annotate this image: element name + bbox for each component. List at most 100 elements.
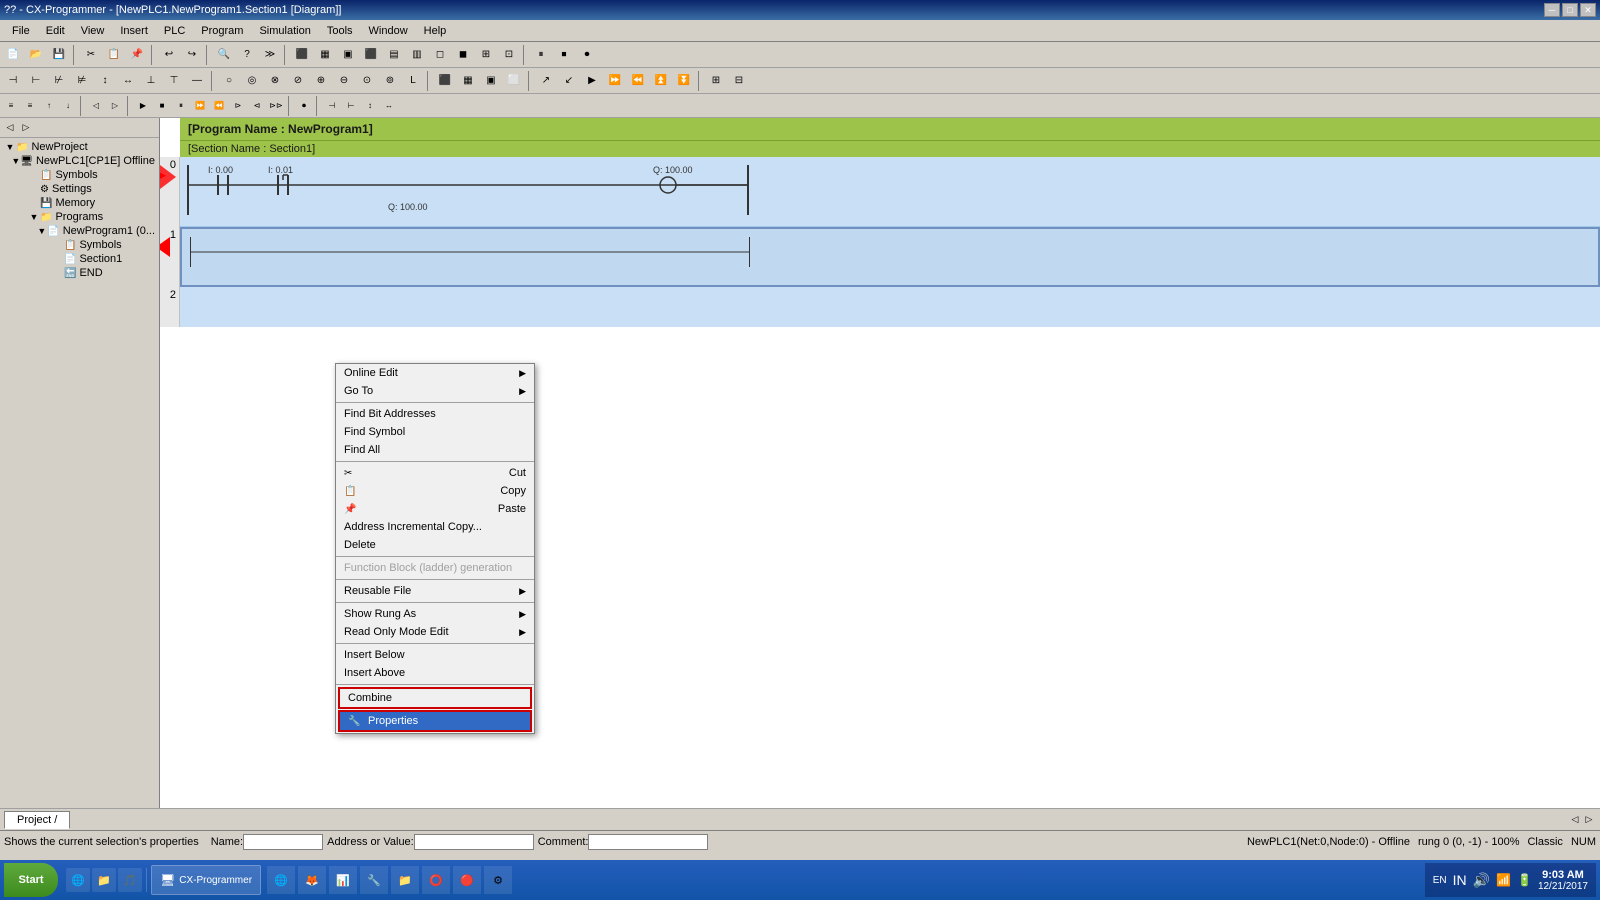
tb2-b23[interactable]: ↗: [535, 70, 557, 92]
tree-item-programs[interactable]: ▼ 📁 Programs: [2, 210, 157, 224]
tb-b8[interactable]: ◼: [452, 44, 474, 66]
tb3-rec[interactable]: ⏺: [295, 97, 313, 115]
tree-item-memory[interactable]: 💾 Memory: [2, 196, 157, 210]
tb-save[interactable]: 💾: [48, 44, 70, 66]
tb3-b6[interactable]: ▷: [106, 97, 124, 115]
tb2-b27[interactable]: ⏪: [627, 70, 649, 92]
tb2-b29[interactable]: ⏬: [673, 70, 695, 92]
tb-copy[interactable]: 📋: [103, 44, 125, 66]
tb3-stop[interactable]: ■: [153, 97, 171, 115]
ctx-find-all[interactable]: Find All: [336, 441, 534, 459]
diagram-area[interactable]: [Program Name : NewProgram1] [Section Na…: [160, 118, 1600, 808]
ctx-delete[interactable]: Delete: [336, 536, 534, 554]
ctx-goto[interactable]: Go To ▶: [336, 382, 534, 400]
menu-plc[interactable]: PLC: [156, 23, 193, 39]
expand-icon[interactable]: ▼: [36, 226, 47, 236]
tb3-pause[interactable]: ⏸: [172, 97, 190, 115]
tb3-b20[interactable]: ⊣: [323, 97, 341, 115]
ctx-paste[interactable]: 📌 Paste: [336, 500, 534, 518]
tb2-b8[interactable]: ⊤: [163, 70, 185, 92]
tb-b1[interactable]: ⬛: [291, 44, 313, 66]
tb3-b1[interactable]: ≡: [2, 97, 20, 115]
minimize-btn[interactable]: ─: [1544, 3, 1560, 17]
tree-item-newprogram1[interactable]: ▼ 📄 NewProgram1 (0...: [2, 224, 157, 238]
menu-window[interactable]: Window: [361, 23, 416, 39]
ql-folder[interactable]: 📁: [92, 868, 116, 892]
menu-insert[interactable]: Insert: [112, 23, 156, 39]
tb-b5[interactable]: ▤: [383, 44, 405, 66]
panel-expand-btn[interactable]: ▷: [18, 120, 34, 136]
bottom-scroll-right[interactable]: ▷: [1582, 813, 1596, 827]
tb-b4[interactable]: ⬛: [360, 44, 382, 66]
ctx-addr-copy[interactable]: Address Incremental Copy...: [336, 518, 534, 536]
comment-field[interactable]: [588, 834, 708, 850]
tb2-b18[interactable]: L: [402, 70, 424, 92]
tb3-b3[interactable]: ↑: [40, 97, 58, 115]
menu-tools[interactable]: Tools: [319, 23, 361, 39]
close-btn[interactable]: ✕: [1580, 3, 1596, 17]
ctx-insert-above[interactable]: Insert Above: [336, 664, 534, 682]
tree-item-prog-symbols[interactable]: 📋 Symbols: [2, 238, 157, 252]
menu-simulation[interactable]: Simulation: [251, 23, 318, 39]
project-tab[interactable]: Project /: [4, 811, 70, 829]
tb2-b4[interactable]: ⊭: [71, 70, 93, 92]
addr-field[interactable]: [414, 834, 534, 850]
tb2-b31[interactable]: ⊟: [728, 70, 750, 92]
taskbar-icon-ff[interactable]: 🦊: [298, 866, 326, 894]
tb2-b19[interactable]: ⬛: [434, 70, 456, 92]
tb2-b15[interactable]: ⊖: [333, 70, 355, 92]
ctx-find-symbol[interactable]: Find Symbol: [336, 423, 534, 441]
tray-battery[interactable]: 🔋: [1517, 873, 1532, 887]
tb2-b1[interactable]: ⊣: [2, 70, 24, 92]
tb-b12[interactable]: ⏹: [553, 44, 575, 66]
taskbar-icon-app1[interactable]: 📊: [329, 866, 357, 894]
tb2-b12[interactable]: ⊗: [264, 70, 286, 92]
tb3-play[interactable]: ▶: [134, 97, 152, 115]
tb2-b20[interactable]: ▦: [457, 70, 479, 92]
tree-item-end[interactable]: 🔚 END: [2, 266, 157, 280]
taskbar-icon-app5[interactable]: 🔴: [453, 866, 481, 894]
tb2-b16[interactable]: ⊙: [356, 70, 378, 92]
tb-b11[interactable]: ⏸: [530, 44, 552, 66]
tb-b2[interactable]: ▦: [314, 44, 336, 66]
tb-b10[interactable]: ⊡: [498, 44, 520, 66]
tb-more[interactable]: ≫: [259, 44, 281, 66]
tb2-b30[interactable]: ⊞: [705, 70, 727, 92]
tb2-b24[interactable]: ↙: [558, 70, 580, 92]
tb-new[interactable]: 📄: [2, 44, 24, 66]
tb3-b22[interactable]: ↕: [361, 97, 379, 115]
tb2-b11[interactable]: ◎: [241, 70, 263, 92]
menu-file[interactable]: File: [4, 23, 38, 39]
menu-edit[interactable]: Edit: [38, 23, 73, 39]
taskbar-icon-app2[interactable]: 🔧: [360, 866, 388, 894]
tb2-b2[interactable]: ⊢: [25, 70, 47, 92]
tb2-b21[interactable]: ▣: [480, 70, 502, 92]
tb2-b13[interactable]: ⊘: [287, 70, 309, 92]
tb3-rw[interactable]: ⏪: [210, 97, 228, 115]
expand-icon[interactable]: ▼: [4, 142, 16, 152]
tb-cut[interactable]: ✂: [80, 44, 102, 66]
tray-volume[interactable]: 🔊: [1473, 872, 1490, 889]
tb2-b17[interactable]: ⊚: [379, 70, 401, 92]
tb3-step[interactable]: ⊳: [229, 97, 247, 115]
taskbar-icon-app4[interactable]: ⭕: [422, 866, 450, 894]
name-field[interactable]: [243, 834, 323, 850]
tb3-b4[interactable]: ↓: [59, 97, 77, 115]
ql-ie[interactable]: 🌐: [66, 868, 90, 892]
taskbar-icon-app3[interactable]: 📁: [391, 866, 419, 894]
menu-program[interactable]: Program: [193, 23, 251, 39]
tb-b9[interactable]: ⊞: [475, 44, 497, 66]
ctx-online-edit[interactable]: Online Edit ▶: [336, 364, 534, 382]
tb-b7[interactable]: ◻: [429, 44, 451, 66]
clock-display[interactable]: 9:03 AM 12/21/2017: [1538, 869, 1588, 892]
tb-open[interactable]: 📂: [25, 44, 47, 66]
tree-item-newproject[interactable]: ▼ 📁 NewProject: [2, 140, 157, 154]
ctx-properties[interactable]: 🔧 Properties: [338, 710, 532, 732]
tb2-b7[interactable]: ⊥: [140, 70, 162, 92]
tb3-end[interactable]: ⊳⊳: [267, 97, 285, 115]
tree-item-settings[interactable]: ⚙ Settings: [2, 182, 157, 196]
ctx-reusable[interactable]: Reusable File ▶: [336, 582, 534, 600]
tb2-b28[interactable]: ⏫: [650, 70, 672, 92]
tb-find[interactable]: 🔍: [213, 44, 235, 66]
ctx-cut[interactable]: ✂ Cut: [336, 464, 534, 482]
